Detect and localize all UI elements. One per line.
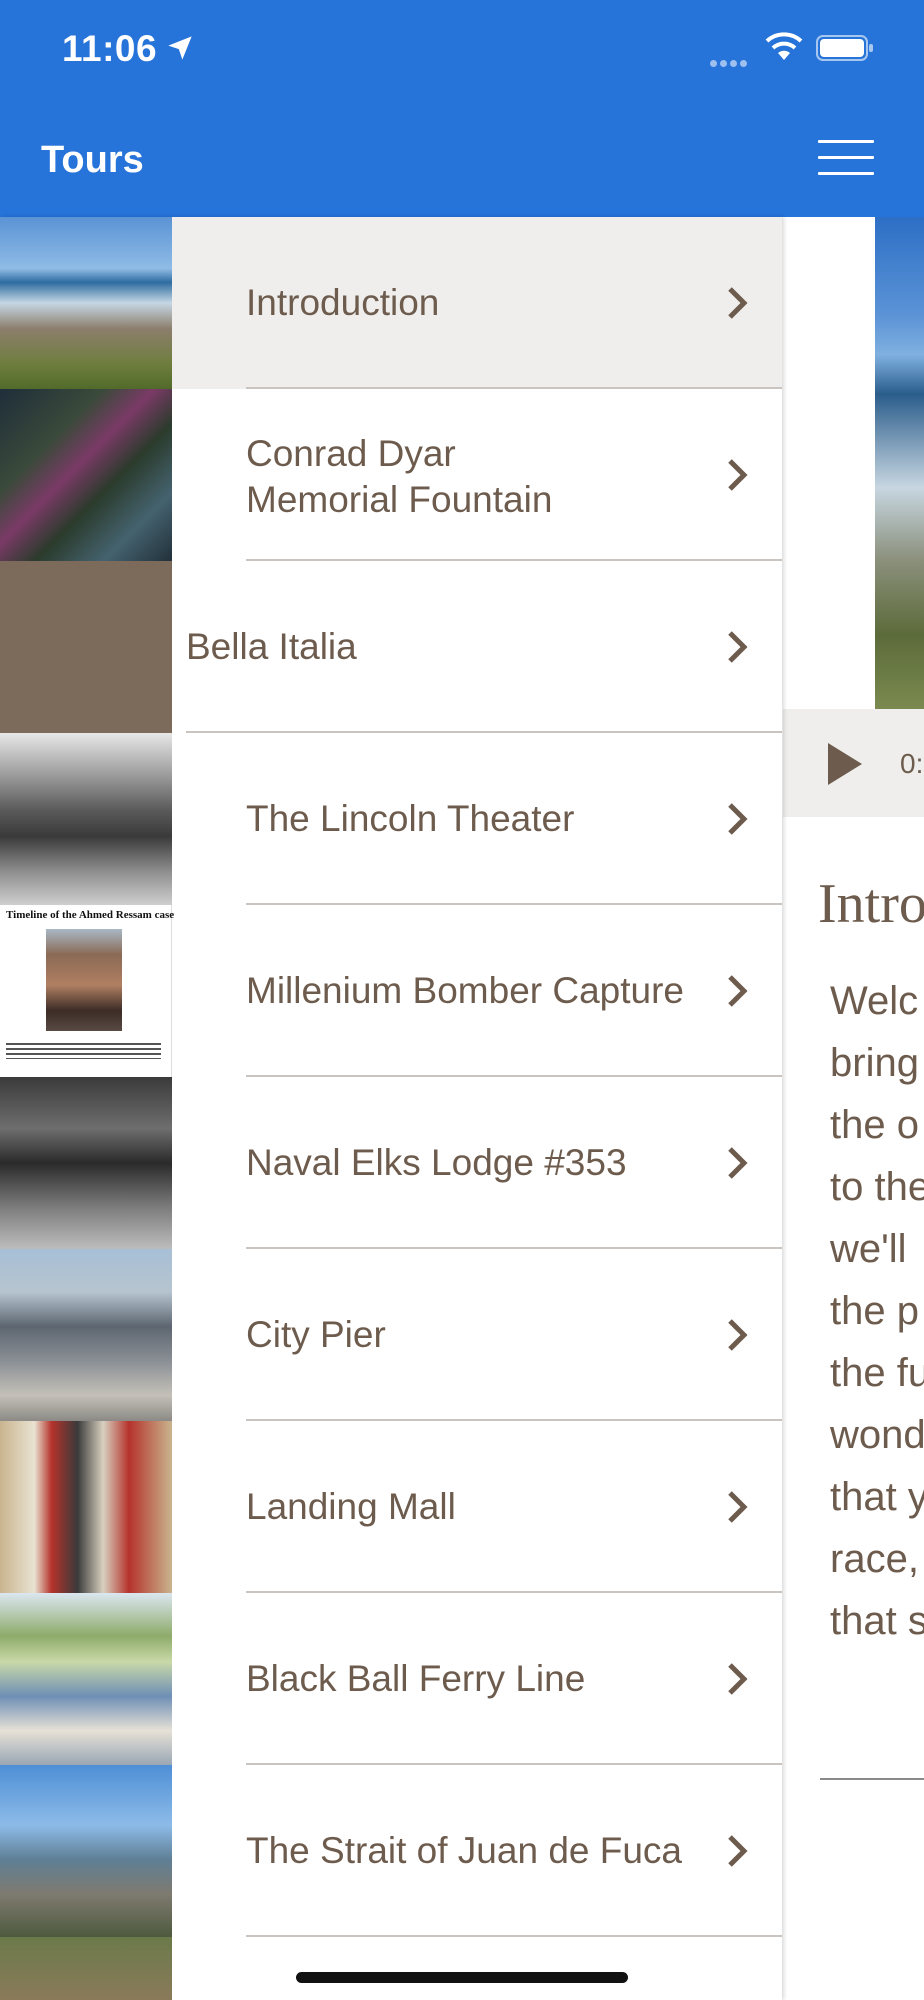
menu-item-label: Introduction	[246, 282, 440, 323]
page-title: Tours	[41, 139, 144, 181]
chevron-right-icon	[728, 459, 748, 491]
thumbnail-fountain	[0, 389, 172, 561]
thumbnail-ferry-terminal	[0, 1593, 172, 1765]
thumbnail-newspaper-clipping: Timeline of the Ahmed Ressam case	[0, 905, 174, 1077]
menu-item-label: The Lincoln Theater	[246, 798, 575, 839]
top-bar: 11:06 Tours	[0, 0, 924, 217]
menu-item-conrad-dyar-fountain[interactable]: Conrad Dyar Memorial Fountain	[0, 389, 782, 561]
location-arrow-icon	[168, 36, 192, 60]
chevron-right-icon	[728, 1491, 748, 1523]
chevron-right-icon	[728, 1663, 748, 1695]
thumbnail-landing-mall	[0, 1421, 172, 1593]
menu-item-landing-mall[interactable]: Landing Mall	[0, 1421, 782, 1593]
thumbnail-waterfront-walkway	[0, 1765, 172, 1937]
portrait-photo	[46, 929, 122, 1031]
menu-item-partial	[0, 1937, 782, 2000]
hamburger-menu-icon[interactable]	[818, 140, 874, 180]
detail-body: Welc bring the o to the we'll the p the …	[830, 979, 924, 1643]
home-indicator[interactable]	[296, 1972, 628, 1983]
thumbnail-partial	[0, 1937, 172, 2000]
menu-item-label: Naval Elks Lodge #353	[246, 1142, 627, 1183]
menu-item-label: The Strait of Juan de Fuca	[246, 1830, 683, 1871]
detail-hero-image	[875, 217, 924, 709]
menu-item-black-ball-ferry-line[interactable]: Black Ball Ferry Line	[0, 1593, 782, 1765]
menu-item-naval-elks-lodge[interactable]: Naval Elks Lodge #353	[0, 1077, 782, 1249]
menu-item-label: Black Ball Ferry Line	[246, 1658, 586, 1699]
chevron-right-icon	[728, 803, 748, 835]
chevron-right-icon	[728, 1147, 748, 1179]
divider	[820, 1778, 924, 1780]
menu-item-label: Millenium Bomber Capture	[246, 970, 685, 1011]
status-time: 11:06	[62, 28, 158, 69]
clipping-title: Timeline of the Ahmed Ressam case	[6, 909, 175, 921]
menu-item-label: City Pier	[246, 1314, 386, 1355]
menu-item-label: Conrad Dyar Memorial Fountain	[246, 433, 553, 520]
chevron-right-icon	[728, 1835, 748, 1867]
thumbnail-bella-italia	[0, 561, 172, 733]
menu-item-bella-italia[interactable]: Bella Italia	[0, 561, 782, 733]
chevron-right-icon	[728, 1319, 748, 1351]
chevron-right-icon	[728, 287, 748, 319]
audio-time: 0:	[900, 748, 924, 779]
thumbnail-waterfront-town	[0, 217, 172, 389]
article-lines-graphic	[6, 1043, 161, 1059]
thumbnail-city-pier	[0, 1249, 172, 1421]
menu-item-lincoln-theater[interactable]: The Lincoln Theater	[0, 733, 782, 905]
menu-item-city-pier[interactable]: City Pier	[0, 1249, 782, 1421]
battery-icon	[816, 35, 873, 61]
menu-item-label: Bella Italia	[186, 626, 357, 667]
menu-item-introduction[interactable]: Introduction	[0, 217, 782, 389]
wifi-icon	[765, 32, 803, 60]
thumbnail-lincoln-theater	[0, 733, 172, 905]
thumbnail-elks-lodge	[0, 1077, 172, 1249]
menu-item-label: Landing Mall	[246, 1486, 456, 1527]
menu-item-millenium-bomber-capture[interactable]: Timeline of the Ahmed Ressam case Millen…	[0, 905, 782, 1077]
menu-item-strait-of-juan-de-fuca[interactable]: The Strait of Juan de Fuca	[0, 1765, 782, 1937]
play-icon[interactable]	[828, 743, 862, 785]
cellular-signal-icon	[710, 54, 756, 67]
detail-heading: Intro	[818, 873, 924, 935]
tours-menu-panel: Introduction Conrad Dyar Memorial Founta…	[0, 217, 782, 2000]
chevron-right-icon	[728, 631, 748, 663]
chevron-right-icon	[728, 975, 748, 1007]
